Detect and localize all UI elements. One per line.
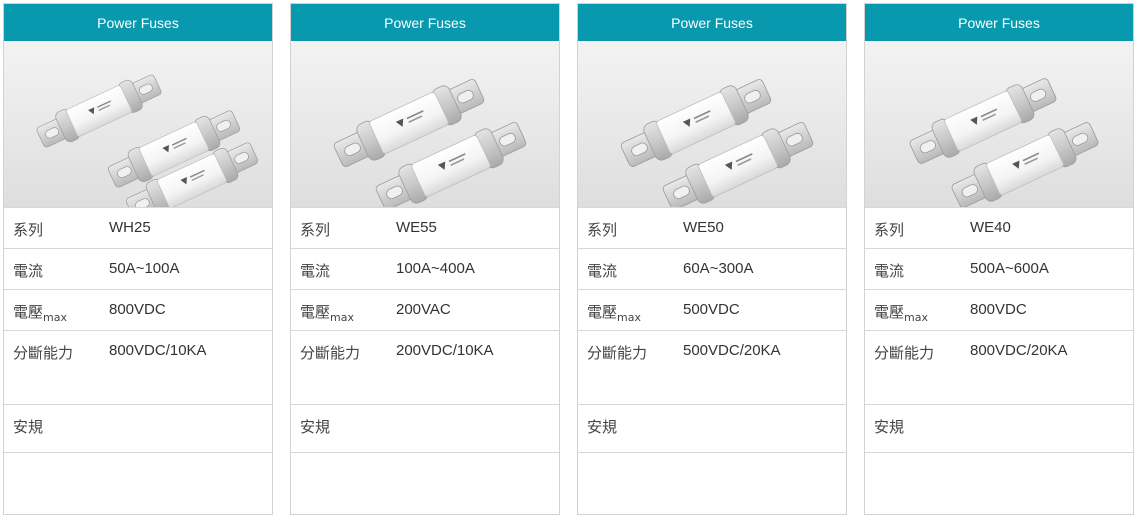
spec-label-wrap: 電壓max <box>4 301 109 324</box>
spec-row-breaking: 分斷能力 200VDC/10KA <box>291 331 559 405</box>
spec-row-safety: 安規 <box>578 405 846 453</box>
spec-label-wrap: 電壓max <box>291 301 396 324</box>
spec-row-series: 系列 WE55 <box>291 208 559 249</box>
spec-row-breaking: 分斷能力 800VDC/10KA <box>4 331 272 405</box>
spec-label: 安規 <box>13 418 44 436</box>
spec-label: 電流 <box>587 262 618 280</box>
spec-value: WE40 <box>970 219 1011 236</box>
spec-label: 電流 <box>13 262 44 280</box>
spec-value: WE50 <box>683 219 724 236</box>
spec-table: 系列 WE55 電流 100A~400A 電壓max 200VAC 分斷能力 2… <box>291 207 559 453</box>
spec-label-sub: max <box>904 311 928 324</box>
spec-label: 分斷能力 <box>300 344 361 362</box>
spec-row-voltage: 電壓max 800VDC <box>865 290 1133 331</box>
spec-value: 200VAC <box>396 301 451 318</box>
product-card: Power Fuses 系列 WE55 電流 100A~400A 電壓max 2… <box>290 3 560 515</box>
spec-label: 分斷能力 <box>587 344 648 362</box>
spec-row-safety: 安規 <box>4 405 272 453</box>
spec-label: 電壓 <box>13 303 44 321</box>
spec-value: 500VDC <box>683 301 740 318</box>
spec-label: 電壓 <box>300 303 331 321</box>
spec-value: 500A~600A <box>970 260 1049 277</box>
card-title[interactable]: Power Fuses <box>578 4 846 41</box>
product-card: Power Fuses 系列 WE50 電流 60A~300A 電壓max 50… <box>577 3 847 515</box>
card-title[interactable]: Power Fuses <box>4 4 272 41</box>
spec-table: 系列 WE40 電流 500A~600A 電壓max 800VDC 分斷能力 8… <box>865 207 1133 453</box>
spec-label-sub: max <box>43 311 67 324</box>
spec-value: 60A~300A <box>683 260 754 277</box>
spec-label: 安規 <box>300 418 331 436</box>
spec-label-wrap: 電壓max <box>578 301 683 324</box>
power-fuse-image[interactable] <box>578 41 846 207</box>
spec-row-current: 電流 60A~300A <box>578 249 846 290</box>
power-fuse-image[interactable] <box>865 41 1133 207</box>
spec-row-breaking: 分斷能力 800VDC/20KA <box>865 331 1133 405</box>
spec-value: 100A~400A <box>396 260 475 277</box>
spec-value: WE55 <box>396 219 437 236</box>
spec-row-breaking: 分斷能力 500VDC/20KA <box>578 331 846 405</box>
spec-value: 800VDC <box>970 301 1027 318</box>
product-card: Power Fuses 系列 WH25 電流 50A~100A 電壓max 80… <box>3 3 273 515</box>
spec-row-safety: 安規 <box>865 405 1133 453</box>
card-title[interactable]: Power Fuses <box>291 4 559 41</box>
power-fuse-image[interactable] <box>291 41 559 207</box>
spec-label: 系列 <box>874 221 905 239</box>
spec-value: WH25 <box>109 219 151 236</box>
spec-label: 安規 <box>874 418 905 436</box>
spec-row-voltage: 電壓max 800VDC <box>4 290 272 331</box>
spec-label: 系列 <box>300 221 331 239</box>
card-title[interactable]: Power Fuses <box>865 4 1133 41</box>
spec-label-sub: max <box>330 311 354 324</box>
spec-label: 電流 <box>874 262 905 280</box>
spec-label: 電流 <box>300 262 331 280</box>
spec-table: 系列 WE50 電流 60A~300A 電壓max 500VDC 分斷能力 50… <box>578 207 846 453</box>
spec-label-sub: max <box>617 311 641 324</box>
spec-row-series: 系列 WE40 <box>865 208 1133 249</box>
spec-label: 系列 <box>587 221 618 239</box>
spec-row-current: 電流 100A~400A <box>291 249 559 290</box>
spec-value: 800VDC/20KA <box>970 342 1068 359</box>
spec-value: 800VDC <box>109 301 166 318</box>
spec-value: 50A~100A <box>109 260 180 277</box>
spec-label: 電壓 <box>587 303 618 321</box>
spec-row-series: 系列 WE50 <box>578 208 846 249</box>
spec-value: 500VDC/20KA <box>683 342 781 359</box>
spec-row-current: 電流 50A~100A <box>4 249 272 290</box>
spec-row-voltage: 電壓max 200VAC <box>291 290 559 331</box>
spec-label: 分斷能力 <box>874 344 935 362</box>
spec-value: 800VDC/10KA <box>109 342 207 359</box>
spec-label: 系列 <box>13 221 44 239</box>
spec-label: 分斷能力 <box>13 344 74 362</box>
product-card: Power Fuses 系列 WE40 電流 500A~600A 電壓max 8… <box>864 3 1134 515</box>
spec-row-voltage: 電壓max 500VDC <box>578 290 846 331</box>
spec-label-wrap: 電壓max <box>865 301 970 324</box>
spec-row-safety: 安規 <box>291 405 559 453</box>
spec-value: 200VDC/10KA <box>396 342 494 359</box>
spec-table: 系列 WH25 電流 50A~100A 電壓max 800VDC 分斷能力 80… <box>4 207 272 453</box>
spec-label: 電壓 <box>874 303 905 321</box>
power-fuse-image[interactable] <box>4 41 272 207</box>
spec-row-series: 系列 WH25 <box>4 208 272 249</box>
spec-label: 安規 <box>587 418 618 436</box>
spec-row-current: 電流 500A~600A <box>865 249 1133 290</box>
